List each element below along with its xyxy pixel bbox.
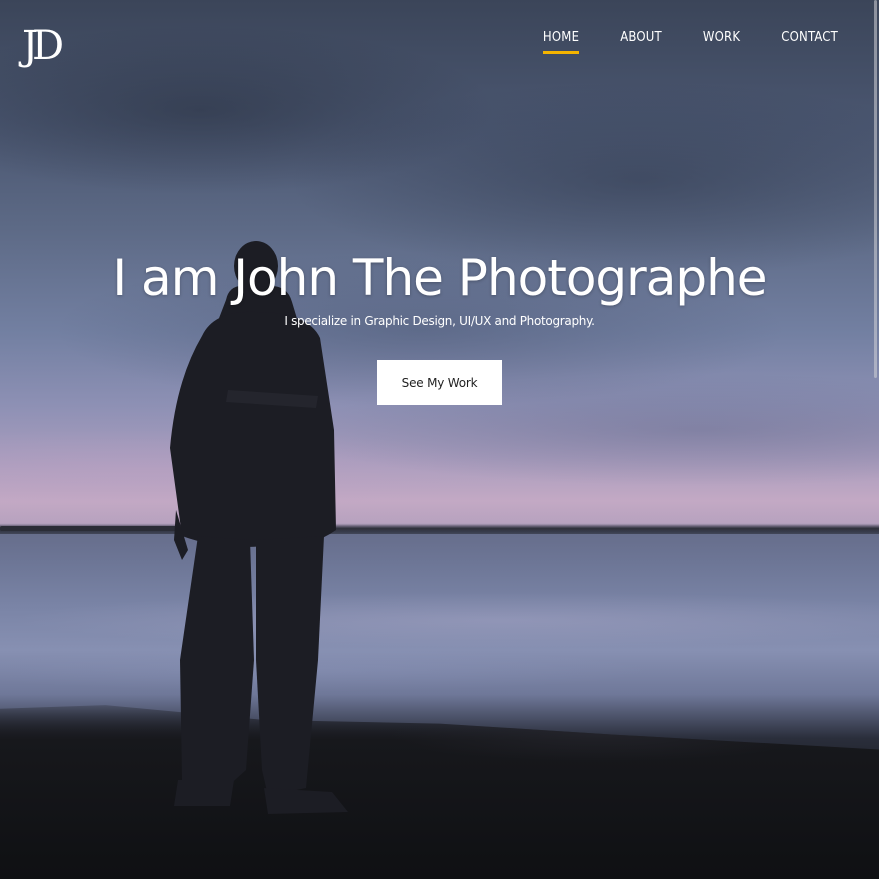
hero-section: JD HOME ABOUT WORK CONTACT I am John The… xyxy=(0,0,879,879)
lake-reflection xyxy=(0,560,879,710)
horizon-treeline-left xyxy=(0,526,180,531)
hero-subtitle: I specialize in Graphic Design, UI/UX an… xyxy=(284,314,595,328)
nav-item-about[interactable]: ABOUT xyxy=(620,30,662,54)
see-my-work-button[interactable]: See My Work xyxy=(377,360,502,405)
nav-item-home[interactable]: HOME xyxy=(542,30,580,54)
main-nav: HOME ABOUT WORK CONTACT xyxy=(502,30,838,54)
nav-item-work[interactable]: WORK xyxy=(703,30,740,54)
nav-item-contact[interactable]: CONTACT xyxy=(781,30,838,54)
logo[interactable]: JD xyxy=(22,24,82,68)
hero-title: I am John The Photographe xyxy=(112,249,767,307)
